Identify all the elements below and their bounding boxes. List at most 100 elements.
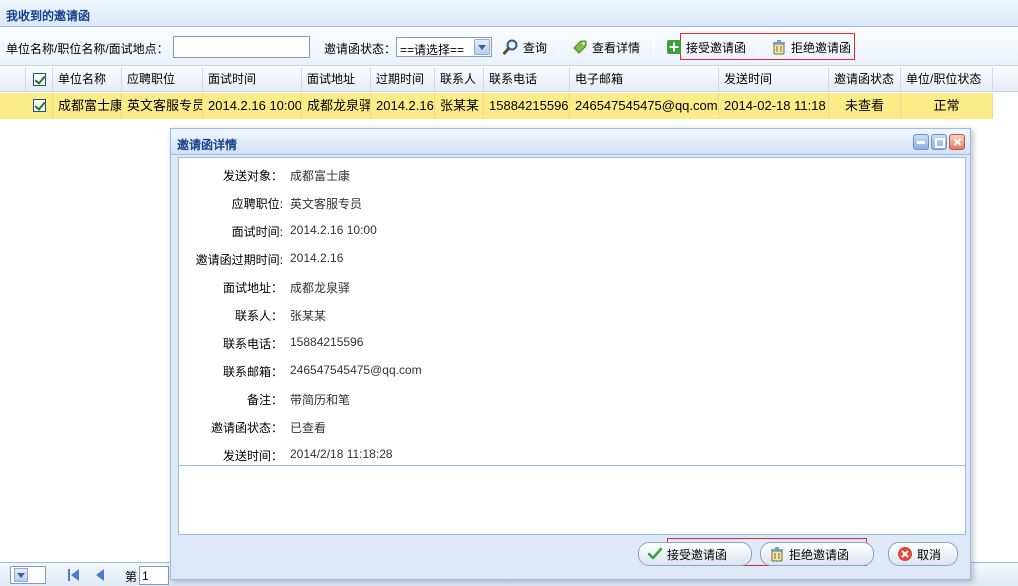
chevron-down-icon[interactable] bbox=[474, 39, 490, 55]
detail-label: 应聘职位: bbox=[231, 197, 283, 211]
page-number-input[interactable] bbox=[139, 566, 169, 585]
rownum-header bbox=[0, 67, 26, 92]
detail-row: 面试时间: 2014.2.16 10:00 bbox=[179, 220, 965, 242]
cancel-icon bbox=[897, 546, 913, 562]
column-header[interactable]: 联系人 bbox=[435, 67, 484, 92]
dialog-cancel-button[interactable]: 取消 bbox=[888, 542, 958, 566]
previous-page-icon[interactable] bbox=[96, 569, 104, 581]
panel-title: 我收到的邀请函 bbox=[6, 9, 91, 23]
first-page-icon[interactable] bbox=[68, 569, 80, 581]
dialog-accept-button[interactable]: 接受邀请函 bbox=[638, 542, 752, 566]
query-label: 查询 bbox=[523, 40, 548, 55]
query-button[interactable]: 查询 bbox=[503, 37, 547, 57]
status-label: 邀请函状态： bbox=[324, 42, 397, 56]
cell-interview-time: 2014.2.16 10:00 bbox=[203, 93, 302, 119]
dialog-title: 邀请函详情 bbox=[177, 138, 238, 152]
status-select[interactable]: ==请选择== bbox=[396, 37, 492, 57]
detail-value: 张某某 bbox=[290, 309, 327, 323]
column-header[interactable]: 发送时间 bbox=[719, 67, 829, 92]
column-header[interactable]: 邀请函状态 bbox=[829, 67, 901, 92]
page-size-select[interactable]: 20 bbox=[10, 566, 46, 584]
detail-label: 备注： bbox=[246, 393, 283, 407]
trash-icon bbox=[769, 546, 785, 562]
check-icon bbox=[647, 546, 663, 562]
detail-value: 246547545475@qq.com bbox=[290, 363, 422, 377]
status-select-value: ==请选择== bbox=[400, 43, 465, 57]
detail-value: 2014.2.16 bbox=[290, 251, 344, 265]
detail-label: 面试时间: bbox=[231, 225, 283, 239]
search-icon bbox=[503, 39, 519, 55]
page-label: 第 bbox=[125, 570, 138, 584]
dialog-cancel-label: 取消 bbox=[917, 547, 942, 562]
cell-interview-address: 成都龙泉驿 bbox=[302, 93, 371, 119]
search-label: 单位名称/职位名称/面试地点： bbox=[6, 42, 169, 56]
detail-value: 2014/2/18 11:18:28 bbox=[290, 447, 393, 461]
detail-row: 联系邮箱： 246547545475@qq.com bbox=[179, 360, 965, 382]
column-header[interactable]: 面试地址 bbox=[302, 67, 371, 92]
detail-value: 已查看 bbox=[290, 421, 327, 435]
reject-invitation-button[interactable]: 拒绝邀请函 bbox=[771, 37, 851, 57]
toolbar-divider bbox=[558, 38, 559, 56]
cell-phone: 15884215596 bbox=[484, 93, 570, 119]
invitation-detail-dialog: 邀请函详情 发送对象： 成都富士康 应聘职位: 英文客服专员 面试时间: 201… bbox=[170, 128, 971, 580]
column-header[interactable]: 联系电话 bbox=[484, 67, 570, 92]
row-checkbox[interactable] bbox=[33, 99, 46, 112]
detail-label: 发送时间： bbox=[222, 449, 283, 463]
detail-row: 联系电话： 15884215596 bbox=[179, 332, 965, 354]
detail-value: 带简历和笔 bbox=[290, 393, 351, 407]
toolbar-divider bbox=[758, 38, 759, 56]
dialog-reject-label: 拒绝邀请函 bbox=[789, 547, 850, 562]
detail-label: 联系人： bbox=[234, 309, 283, 323]
tag-icon bbox=[572, 39, 588, 55]
detail-row: 邀请函过期时间: 2014.2.16 bbox=[179, 248, 965, 270]
select-all-cell bbox=[26, 67, 53, 92]
toolbar: 单位名称/职位名称/面试地点： 邀请函状态： ==请选择== 查询 查看详情 接… bbox=[0, 28, 1018, 66]
column-header[interactable]: 应聘职位 bbox=[122, 67, 203, 92]
close-icon[interactable] bbox=[949, 134, 965, 150]
detail-row: 发送对象： 成都富士康 bbox=[179, 164, 965, 186]
column-header[interactable]: 面试时间 bbox=[203, 67, 302, 92]
detail-label: 发送对象： bbox=[222, 169, 283, 183]
column-header[interactable]: 单位/职位状态 bbox=[901, 67, 993, 92]
dialog-header: 邀请函详情 bbox=[171, 129, 970, 155]
detail-row: 备注： 带简历和笔 bbox=[179, 388, 965, 410]
cell-expire-time: 2014.2.16 bbox=[371, 93, 435, 119]
detail-label: 邀请函状态： bbox=[210, 421, 283, 435]
toolbar-divider bbox=[653, 38, 654, 56]
cell-invitation-status: 未查看 bbox=[829, 93, 901, 119]
column-header[interactable]: 电子邮箱 bbox=[570, 67, 719, 92]
view-details-label: 查看详情 bbox=[592, 40, 641, 55]
cell-position: 英文客服专员 bbox=[122, 93, 203, 119]
detail-label: 联系电话： bbox=[222, 337, 283, 351]
panel-header: 我收到的邀请函 bbox=[0, 0, 1018, 27]
table-row[interactable]: 成都富士康 英文客服专员 2014.2.16 10:00 成都龙泉驿 2014.… bbox=[0, 93, 993, 119]
grid-header: 单位名称 应聘职位 面试时间 面试地址 过期时间 联系人 联系电话 电子邮箱 发… bbox=[0, 67, 1018, 92]
detail-value: 成都富士康 bbox=[290, 169, 351, 183]
search-input[interactable] bbox=[173, 36, 310, 58]
trash-icon bbox=[771, 39, 787, 55]
chevron-down-icon[interactable] bbox=[14, 568, 28, 582]
accept-invitation-label: 接受邀请函 bbox=[686, 40, 747, 55]
select-all-checkbox[interactable] bbox=[33, 73, 46, 86]
cell-company: 成都富士康 bbox=[53, 93, 122, 119]
maximize-icon[interactable] bbox=[931, 134, 947, 150]
detail-value: 英文客服专员 bbox=[290, 197, 363, 211]
detail-value: 成都龙泉驿 bbox=[290, 281, 351, 295]
minimize-icon[interactable] bbox=[913, 134, 929, 150]
dialog-reject-button[interactable]: 拒绝邀请函 bbox=[760, 542, 874, 566]
detail-label: 面试地址： bbox=[222, 281, 283, 295]
cell-contact: 张某某 bbox=[435, 93, 484, 119]
detail-row: 发送时间： 2014/2/18 11:18:28 bbox=[179, 444, 965, 466]
accept-invitation-button[interactable]: 接受邀请函 bbox=[666, 37, 746, 57]
detail-row: 应聘职位: 英文客服专员 bbox=[179, 192, 965, 214]
column-header[interactable]: 过期时间 bbox=[371, 67, 435, 92]
detail-row: 面试地址： 成都龙泉驿 bbox=[179, 276, 965, 298]
cell-send-time: 2014-02-18 11:18 bbox=[719, 93, 829, 119]
dialog-body: 发送对象： 成都富士康 应聘职位: 英文客服专员 面试时间: 2014.2.16… bbox=[178, 157, 966, 535]
detail-value: 2014.2.16 10:00 bbox=[290, 223, 377, 237]
cell-company-status: 正常 bbox=[901, 93, 993, 119]
view-details-button[interactable]: 查看详情 bbox=[572, 37, 640, 57]
detail-label: 邀请函过期时间: bbox=[195, 253, 283, 267]
dialog-accept-label: 接受邀请函 bbox=[667, 547, 728, 562]
column-header[interactable]: 单位名称 bbox=[53, 67, 122, 92]
